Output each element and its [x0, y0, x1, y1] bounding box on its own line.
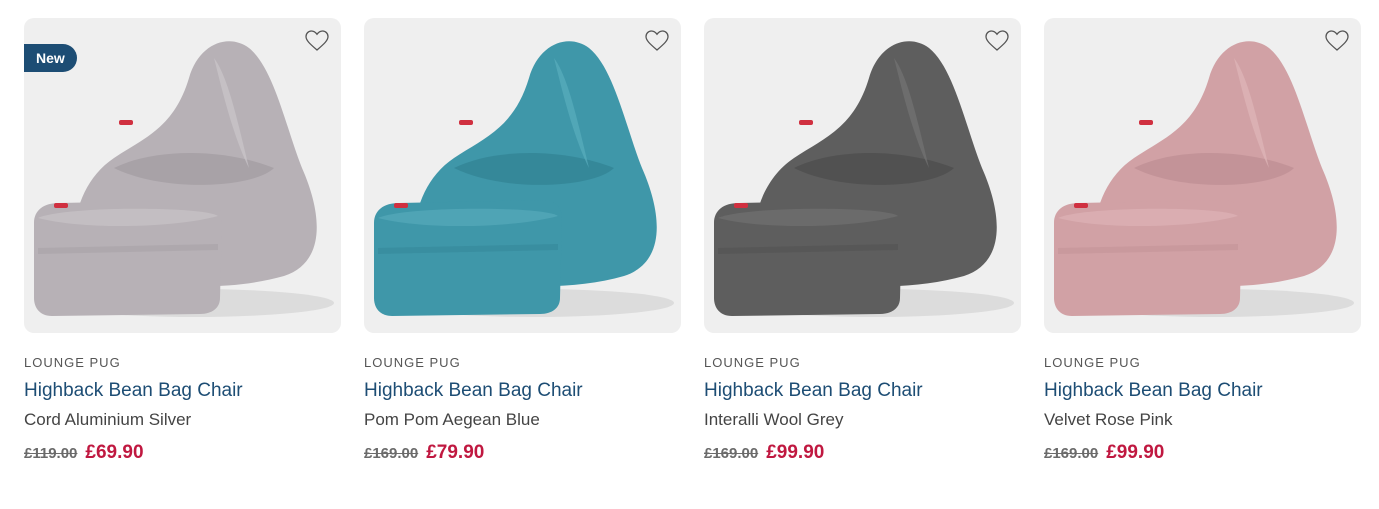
- brand-label: LOUNGE PUG: [364, 355, 461, 370]
- heart-outline-icon[interactable]: [303, 28, 331, 54]
- price-row: £119.00 £69.90: [24, 442, 341, 464]
- heart-outline-icon[interactable]: [643, 28, 671, 54]
- new-badge: New: [24, 44, 77, 72]
- product-image[interactable]: [364, 18, 681, 333]
- was-price: £169.00: [364, 445, 419, 462]
- product-title-link[interactable]: Highback Bean Bag Chair: [704, 380, 1021, 402]
- price-row: £169.00 £79.90: [364, 442, 681, 464]
- product-title-link[interactable]: Highback Bean Bag Chair: [1044, 380, 1361, 402]
- variant-label: Cord Aluminium Silver: [24, 410, 192, 429]
- product-title-link[interactable]: Highback Bean Bag Chair: [364, 380, 681, 402]
- price-row: £169.00 £99.90: [1044, 442, 1361, 464]
- product-title-link[interactable]: Highback Bean Bag Chair: [24, 380, 341, 402]
- sale-price: £69.90: [85, 442, 144, 463]
- bean-bag-illustration: [1054, 41, 1354, 317]
- product-image[interactable]: New: [24, 18, 341, 333]
- sale-price: £79.90: [426, 442, 485, 463]
- product-image[interactable]: [704, 18, 1021, 333]
- heart-outline-icon[interactable]: [1323, 28, 1351, 54]
- product-image[interactable]: [1044, 18, 1361, 333]
- product-card: New LOUNGE PUG Highback Bean Bag Chair C…: [24, 18, 341, 464]
- was-price: £119.00: [24, 445, 78, 462]
- product-card: LOUNGE PUG Highback Bean Bag Chair Inter…: [704, 18, 1021, 464]
- variant-label: Pom Pom Aegean Blue: [364, 410, 540, 429]
- brand-label: LOUNGE PUG: [24, 355, 121, 370]
- product-card: LOUNGE PUG Highback Bean Bag Chair Pom P…: [364, 18, 681, 464]
- bean-bag-illustration: [714, 41, 1014, 317]
- was-price: £169.00: [1044, 445, 1099, 462]
- brand-label: LOUNGE PUG: [704, 355, 801, 370]
- brand-label: LOUNGE PUG: [1044, 355, 1141, 370]
- sale-price: £99.90: [766, 442, 825, 463]
- variant-label: Interalli Wool Grey: [704, 410, 844, 429]
- sale-price: £99.90: [1106, 442, 1165, 463]
- product-grid: New LOUNGE PUG Highback Bean Bag Chair C…: [0, 0, 1379, 509]
- variant-label: Velvet Rose Pink: [1044, 410, 1173, 429]
- bean-bag-illustration: [374, 41, 674, 317]
- price-row: £169.00 £99.90: [704, 442, 1021, 464]
- was-price: £169.00: [704, 445, 759, 462]
- product-card: LOUNGE PUG Highback Bean Bag Chair Velve…: [1044, 18, 1361, 464]
- heart-outline-icon[interactable]: [983, 28, 1011, 54]
